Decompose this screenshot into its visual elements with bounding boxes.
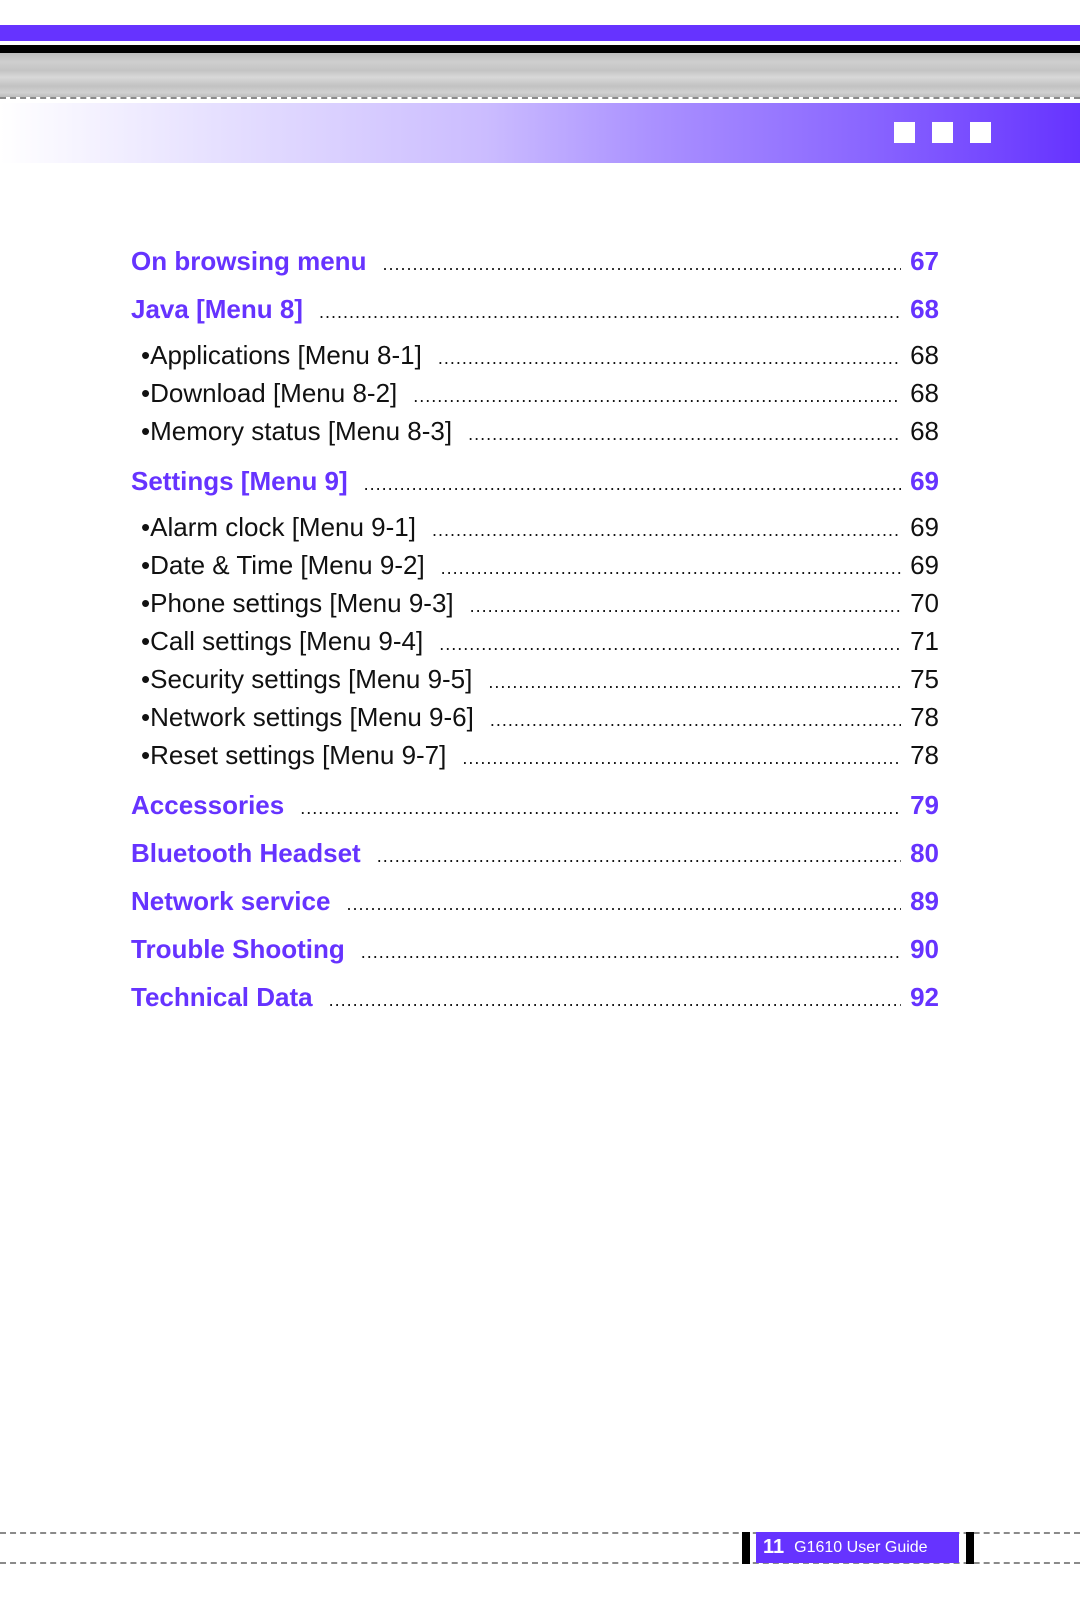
- header-accent-bar: [0, 25, 1080, 41]
- toc-entry-title: Settings [Menu 9]: [131, 466, 348, 496]
- bullet-icon: •: [141, 588, 151, 618]
- toc-entry-title: Trouble Shooting: [131, 934, 345, 964]
- toc-page-number: 67: [910, 246, 939, 276]
- toc-page-number: 80: [910, 838, 939, 868]
- document-title: G1610 User Guide: [794, 1538, 928, 1556]
- toc-section-entry[interactable]: Settings [Menu 9] 69: [131, 460, 939, 508]
- toc-entry-title: Call settings [Menu 9-4]: [150, 626, 424, 656]
- dot-leader: [413, 377, 901, 415]
- toc-entry-title: Reset settings [Menu 9-7]: [150, 740, 447, 770]
- toc-subsection-entry[interactable]: •Applications [Menu 8-1] 68: [131, 336, 939, 374]
- bullet-icon: •: [141, 626, 151, 656]
- dot-leader: [441, 549, 901, 587]
- toc-section-entry[interactable]: Java [Menu 8] 68: [131, 288, 939, 336]
- footer-page-label: 11 G1610 User Guide: [756, 1532, 959, 1563]
- toc-page-number: 92: [910, 982, 939, 1012]
- toc-entry-title: Alarm clock [Menu 9-1]: [150, 512, 416, 542]
- toc-subsection-entry[interactable]: •Phone settings [Menu 9-3] 70: [131, 584, 939, 622]
- bullet-icon: •: [141, 550, 151, 580]
- toc-entry-title: Java [Menu 8]: [131, 294, 303, 324]
- dot-leader: [488, 663, 901, 701]
- toc-subsection-entry[interactable]: •Download [Menu 8-2] 68: [131, 374, 939, 412]
- toc-page-number: 70: [910, 588, 939, 618]
- dot-leader: [377, 835, 901, 877]
- dot-leader: [382, 243, 901, 285]
- dot-leader: [361, 931, 901, 973]
- toc-page-number: 69: [910, 466, 939, 496]
- toc-entry-title: Network service: [131, 886, 331, 916]
- toc-entry-title: Security settings [Menu 9-5]: [150, 664, 473, 694]
- toc-page-number: 68: [910, 340, 939, 370]
- dot-leader: [462, 739, 901, 777]
- toc-entry-title: Download [Menu 8-2]: [150, 378, 398, 408]
- toc-page-number: 75: [910, 664, 939, 694]
- toc-section-entry[interactable]: Trouble Shooting 90: [131, 928, 939, 976]
- toc-subsection-entry[interactable]: •Security settings [Menu 9-5] 75: [131, 660, 939, 698]
- toc-entry-title: Memory status [Menu 8-3]: [150, 416, 453, 446]
- bullet-icon: •: [141, 702, 151, 732]
- toc-page-number: 79: [910, 790, 939, 820]
- toc-entry-title: Phone settings [Menu 9-3]: [150, 588, 454, 618]
- bullet-icon: •: [141, 512, 151, 542]
- toc-entry-title: Applications [Menu 8-1]: [150, 340, 422, 370]
- toc-page-number: 90: [910, 934, 939, 964]
- table-of-contents: On browsing menu67Java [Menu 8]68•Applic…: [131, 240, 939, 1024]
- toc-page-number: 71: [910, 626, 939, 656]
- toc-page-number: 69: [910, 512, 939, 542]
- bullet-icon: •: [141, 416, 151, 446]
- dot-leader: [329, 979, 901, 1021]
- square-icon: [894, 122, 915, 143]
- toc-subsection-entry[interactable]: •Memory status [Menu 8-3] 68: [131, 412, 939, 450]
- footer-bracket-left: [742, 1532, 750, 1564]
- toc-page-number: 68: [910, 294, 939, 324]
- toc-subsection-entry[interactable]: •Alarm clock [Menu 9-1] 69: [131, 508, 939, 546]
- toc-subsection-entry[interactable]: •Network settings [Menu 9-6] 78: [131, 698, 939, 736]
- dot-leader: [432, 511, 901, 549]
- toc-subsection-entry[interactable]: •Reset settings [Menu 9-7] 78: [131, 736, 939, 774]
- toc-section-entry[interactable]: Technical Data 92: [131, 976, 939, 1024]
- toc-entry-title: On browsing menu: [131, 246, 367, 276]
- toc-entry-title: Technical Data: [131, 982, 313, 1012]
- toc-section-entry[interactable]: On browsing menu 67: [131, 240, 939, 288]
- toc-page-number: 69: [910, 550, 939, 580]
- toc-page-number: 68: [910, 378, 939, 408]
- toc-section-entry[interactable]: Accessories 79: [131, 784, 939, 832]
- header-dashed-rule: [0, 97, 1080, 99]
- toc-subsection-entry[interactable]: •Call settings [Menu 9-4] 71: [131, 622, 939, 660]
- toc-entry-title: Network settings [Menu 9-6]: [150, 702, 474, 732]
- toc-section-entry[interactable]: Bluetooth Headset 80: [131, 832, 939, 880]
- header-metallic-band: [0, 53, 1080, 97]
- dot-leader: [470, 587, 901, 625]
- dot-leader: [438, 339, 901, 377]
- toc-page-number: 78: [910, 740, 939, 770]
- bullet-icon: •: [141, 340, 151, 370]
- bullet-icon: •: [141, 740, 151, 770]
- bullet-icon: •: [141, 378, 151, 408]
- footer-bracket-right: [966, 1532, 974, 1564]
- bullet-icon: •: [141, 664, 151, 694]
- dot-leader: [346, 883, 901, 925]
- dot-leader: [319, 291, 901, 333]
- dot-leader: [364, 463, 901, 505]
- toc-entry-title: Bluetooth Headset: [131, 838, 361, 868]
- toc-subsection-entry[interactable]: •Date & Time [Menu 9-2] 69: [131, 546, 939, 584]
- dot-leader: [490, 701, 901, 739]
- dot-leader: [300, 787, 901, 829]
- toc-section-entry[interactable]: Network service 89: [131, 880, 939, 928]
- page-number: 11: [763, 1536, 785, 1558]
- toc-page-number: 68: [910, 416, 939, 446]
- toc-page-number: 78: [910, 702, 939, 732]
- header-decoration-squares: [894, 122, 991, 143]
- dot-leader: [468, 415, 901, 453]
- toc-entry-title: Date & Time [Menu 9-2]: [150, 550, 425, 580]
- toc-entry-title: Accessories: [131, 790, 285, 820]
- square-icon: [932, 122, 953, 143]
- toc-page-number: 89: [910, 886, 939, 916]
- dot-leader: [439, 625, 901, 663]
- header-black-rule: [0, 45, 1080, 53]
- square-icon: [970, 122, 991, 143]
